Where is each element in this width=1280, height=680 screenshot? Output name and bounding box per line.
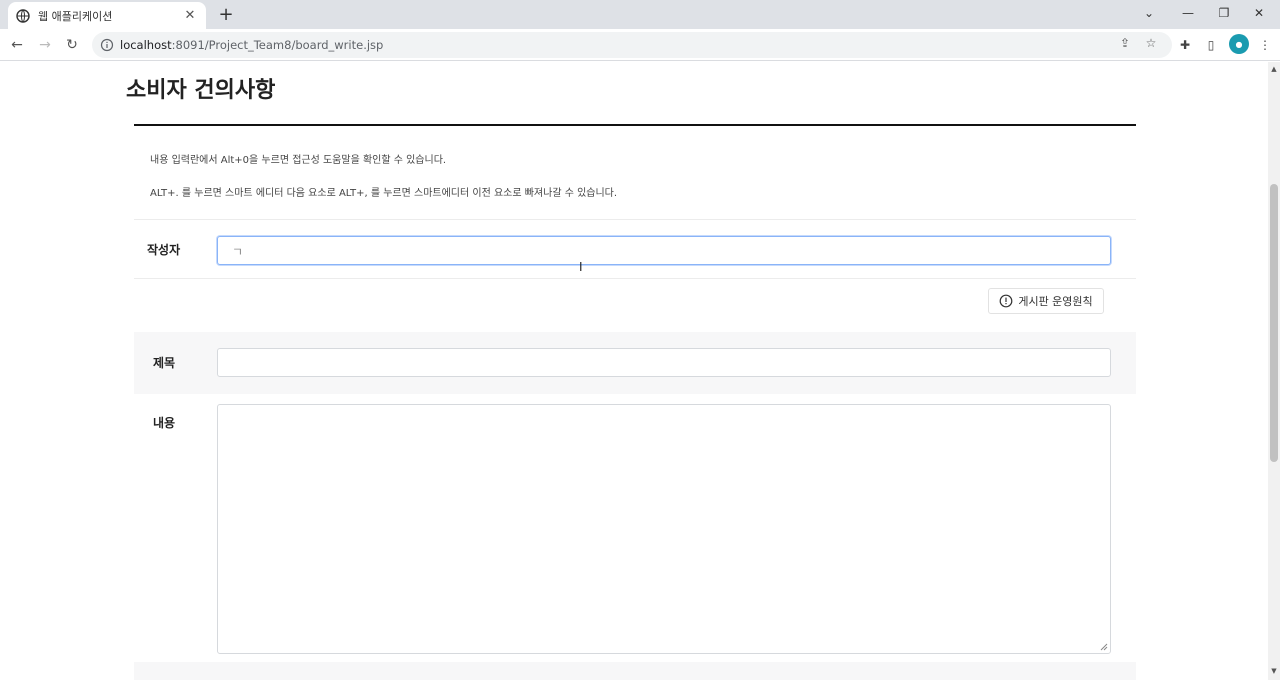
- share-icon[interactable]: ⇪: [1117, 35, 1133, 51]
- subject-input[interactable]: [217, 348, 1111, 377]
- author-input[interactable]: ㄱ: [217, 236, 1111, 265]
- author-input-value: ㄱ: [232, 245, 244, 259]
- bookmark-star-icon[interactable]: ☆: [1143, 35, 1159, 51]
- close-tab-icon[interactable]: ✕: [182, 8, 198, 24]
- tab-strip: 웹 애플리케이션 ✕ + ⌄ — ❐ ✕: [0, 0, 1280, 29]
- scroll-up-arrow-icon[interactable]: ▲: [1270, 65, 1278, 73]
- page-title: 소비자 건의사항: [126, 78, 276, 103]
- text-cursor-icon: I: [579, 260, 583, 274]
- info-circle-icon: [999, 294, 1013, 308]
- page-scrollbar[interactable]: ▲ ▼: [1268, 62, 1280, 680]
- menu-kebab-icon[interactable]: ⋮: [1256, 36, 1274, 54]
- url-host: localhost: [120, 38, 172, 52]
- tab-search-icon[interactable]: ⌄: [1137, 2, 1161, 24]
- scroll-down-arrow-icon[interactable]: ▼: [1270, 667, 1278, 675]
- close-window-button[interactable]: ✕: [1247, 2, 1271, 24]
- divider: [134, 219, 1136, 220]
- accessibility-help-text: 내용 입력란에서 Alt+0을 누르면 접근성 도움말을 확인할 수 있습니다.: [150, 155, 447, 166]
- browser-toolbar: ← → ↻ localhost:8091/Project_Team8/board…: [0, 29, 1280, 61]
- restore-button[interactable]: ❐: [1212, 2, 1236, 24]
- subject-label: 제목: [153, 356, 176, 370]
- page-viewport: 소비자 건의사항 내용 입력란에서 Alt+0을 누르면 접근성 도움말을 확인…: [0, 62, 1268, 680]
- board-rules-label: 게시판 운영원칙: [1018, 295, 1093, 308]
- author-label: 작성자: [147, 243, 181, 257]
- tab-title: 웹 애플리케이션: [38, 9, 113, 23]
- profile-avatar[interactable]: ●: [1229, 34, 1249, 54]
- board-rules-button[interactable]: 게시판 운영원칙: [988, 288, 1104, 314]
- side-panel-icon[interactable]: ▯: [1202, 36, 1220, 54]
- minimize-button[interactable]: —: [1176, 2, 1200, 24]
- back-button[interactable]: ←: [6, 34, 28, 56]
- url-path: :8091/Project_Team8/board_write.jsp: [171, 38, 384, 52]
- resize-handle-icon[interactable]: [1100, 643, 1108, 651]
- forward-button[interactable]: →: [34, 34, 56, 56]
- content-textarea[interactable]: [217, 404, 1111, 654]
- reload-button[interactable]: ↻: [61, 34, 83, 56]
- site-info-icon[interactable]: [100, 38, 114, 52]
- address-bar[interactable]: localhost:8091/Project_Team8/board_write…: [92, 32, 1172, 58]
- new-tab-button[interactable]: +: [216, 4, 236, 25]
- content-label: 내용: [153, 416, 176, 430]
- divider: [134, 278, 1136, 279]
- globe-icon: [16, 8, 30, 23]
- footer-row-background: [134, 662, 1136, 680]
- title-divider: [134, 124, 1136, 126]
- browser-tab[interactable]: 웹 애플리케이션 ✕: [8, 2, 206, 29]
- scrollbar-thumb[interactable]: [1270, 184, 1278, 462]
- editor-navigation-help-text: ALT+. 를 누르면 스마트 에디터 다음 요소로 ALT+, 를 누르면 스…: [150, 188, 618, 199]
- extensions-icon[interactable]: ✚: [1176, 36, 1194, 54]
